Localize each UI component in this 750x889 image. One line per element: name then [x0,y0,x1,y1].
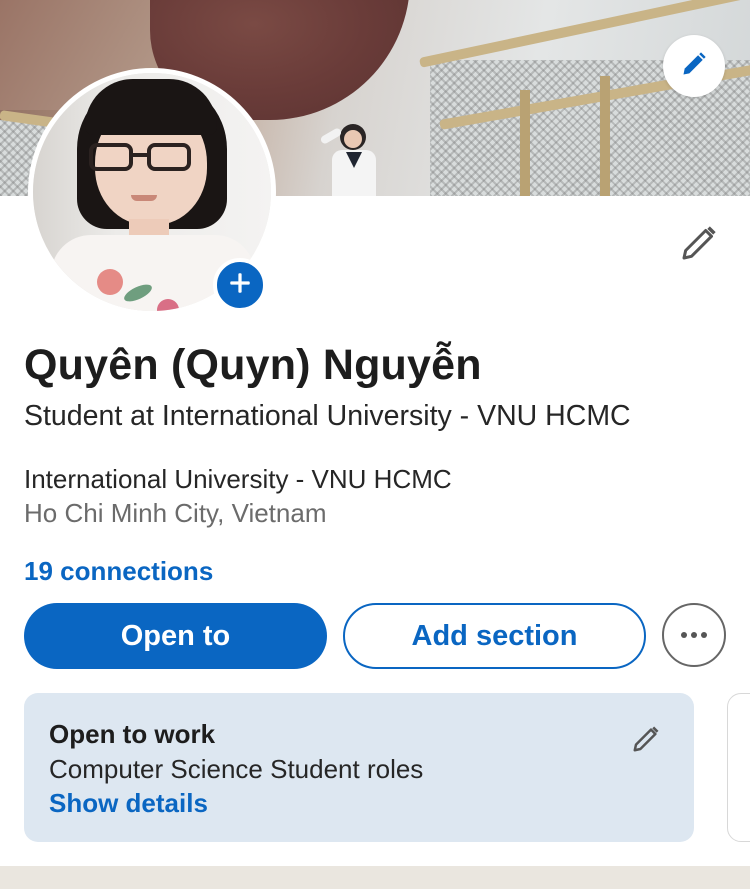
profile-name: Quyên (Quyn) Nguyễn [24,341,482,389]
add-section-button[interactable]: Add section [343,603,646,669]
open-to-button[interactable]: Open to [24,603,327,669]
edit-cover-button[interactable] [663,35,725,97]
profile-page: Quyên (Quyn) Nguyễn Student at Internati… [0,0,750,889]
pencil-icon [631,724,661,759]
profile-school[interactable]: International University - VNU HCMC [24,464,452,495]
connections-link[interactable]: 19 connections [24,556,213,587]
edit-profile-intro-button[interactable] [676,222,722,268]
cover-post [600,76,610,196]
profile-headline: Student at International University - VN… [24,400,631,432]
section-divider [0,866,750,889]
next-card-peek[interactable] [727,693,750,842]
more-actions-button[interactable] [662,603,726,667]
cover-post [520,90,530,196]
profile-location: Ho Chi Minh City, Vietnam [24,498,327,528]
pencil-icon [680,50,708,83]
edit-open-to-work-button[interactable] [628,723,664,759]
add-photo-button[interactable] [213,258,267,312]
open-to-work-card[interactable]: Open to work Computer Science Student ro… [24,693,694,842]
cover-person [318,118,388,196]
show-details-link[interactable]: Show details [49,788,208,819]
pencil-icon [679,223,719,268]
more-horizontal-icon [679,632,709,638]
plus-icon [227,270,253,301]
open-to-work-title: Open to work [49,719,216,749]
open-to-work-roles: Computer Science Student roles [49,754,424,784]
